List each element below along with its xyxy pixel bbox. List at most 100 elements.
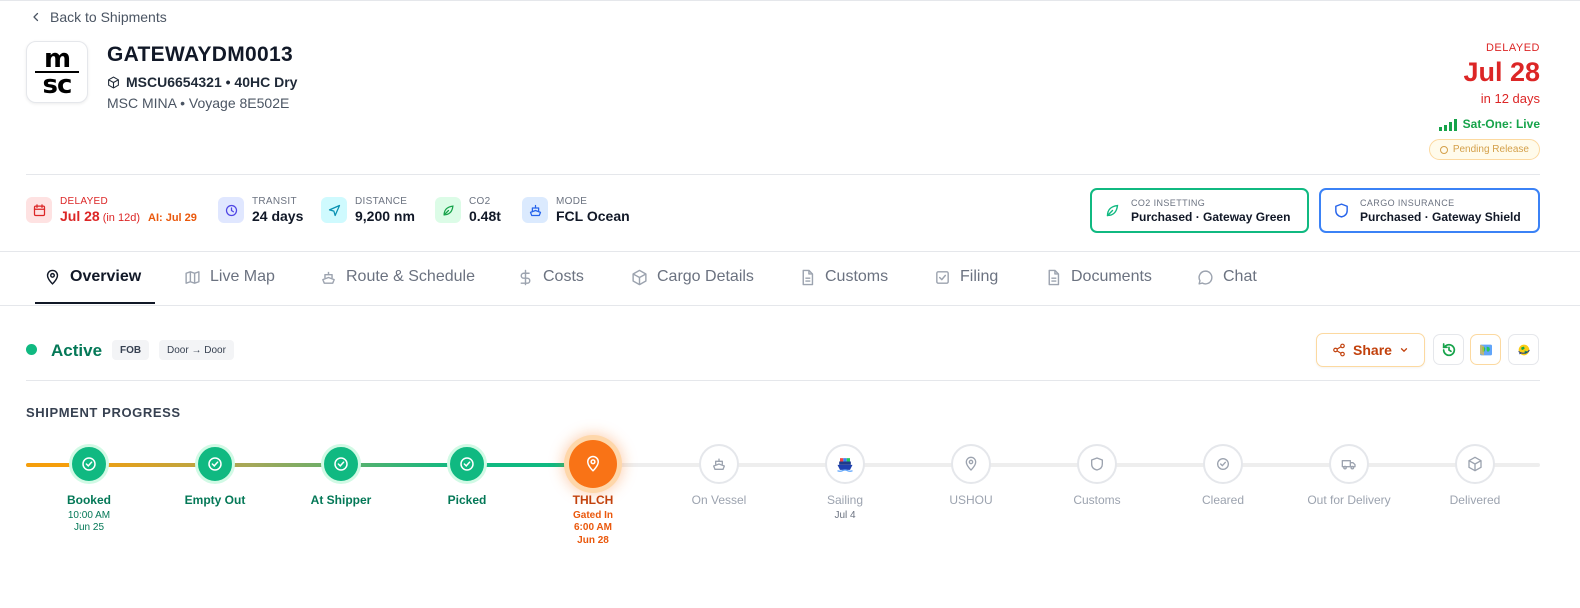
shield-icon <box>1335 203 1348 218</box>
back-label: Back to Shipments <box>50 9 167 25</box>
stage-label: On Vessel <box>691 493 747 507</box>
tab-customs[interactable]: Customs <box>799 268 888 286</box>
stage-sailing <box>825 444 865 484</box>
stage-empty-out <box>195 444 235 484</box>
progress-track-filled <box>26 463 594 467</box>
shield-icon <box>1091 457 1103 471</box>
badge-value: Purchased · Gateway Green <box>1131 209 1291 224</box>
leaf-icon <box>1106 204 1119 217</box>
tab-label: Live Map <box>210 268 275 285</box>
map-icon <box>185 270 200 284</box>
ship-icon <box>322 271 335 284</box>
back-to-shipments-link[interactable]: Back to Shipments <box>30 9 167 25</box>
stage-label: THLCH <box>572 493 614 507</box>
tab-costs[interactable]: Costs <box>517 268 584 286</box>
stage-picked <box>447 444 487 484</box>
badge-value: Purchased · Gateway Shield <box>1360 209 1521 224</box>
stat-label: MODE <box>556 196 588 207</box>
tracking-status: Sat-One: Live <box>1438 117 1540 131</box>
stage-label: Customs <box>1073 493 1121 507</box>
tab-label: Customs <box>825 268 889 285</box>
stage-label: Cleared <box>1201 493 1245 507</box>
release-label: Pending Release <box>1452 144 1529 155</box>
stage-out-for-delivery <box>1329 444 1369 484</box>
leaf-icon <box>435 197 461 223</box>
stage-label: Delivered <box>1449 493 1501 507</box>
msc-logo-mark: m sc <box>33 44 81 100</box>
check-circle-icon <box>460 457 474 471</box>
tab-label: Documents <box>1071 268 1152 285</box>
package-icon <box>108 76 119 88</box>
stage-at-shipper <box>321 444 361 484</box>
container-ship-icon <box>837 458 853 472</box>
box-icon <box>1468 456 1482 472</box>
tab-cargo-details[interactable]: Cargo Details <box>631 268 754 286</box>
stage-time: 6:00 AM <box>574 522 612 533</box>
tab-label: Chat <box>1223 268 1257 285</box>
check-circle-icon <box>82 457 96 471</box>
stage-label: Picked <box>447 493 487 507</box>
tab-live-map[interactable]: Live Map <box>184 268 275 286</box>
stat-co2: CO2 0.48t <box>435 196 501 224</box>
container-info: MSCU6654321 • 40HC Dry <box>107 74 297 90</box>
dollar-icon <box>520 269 531 285</box>
share-icon <box>1333 343 1345 357</box>
tab-filing[interactable]: Filing <box>934 268 998 286</box>
history-icon <box>1442 342 1455 356</box>
badge-label: CO2 INSETTING <box>1131 197 1206 208</box>
tab-label: Route & Schedule <box>346 268 475 285</box>
map-view-button[interactable] <box>1470 334 1501 365</box>
carrier-logo: m sc <box>26 41 88 103</box>
stat-label: DELAYED <box>60 196 109 207</box>
chat-icon <box>1198 269 1213 285</box>
stat-transit: TRANSIT 24 days <box>218 196 303 224</box>
pin-icon <box>965 456 977 471</box>
delay-relative: (in 12d) <box>102 212 140 224</box>
check-circle-icon <box>208 457 222 471</box>
navigation-icon <box>321 197 347 223</box>
stage-customs <box>1077 444 1117 484</box>
eta-status: DELAYED <box>1485 42 1540 54</box>
incoterm-chip: FOB <box>112 340 150 360</box>
refresh-history-button[interactable] <box>1433 334 1464 365</box>
cargo-insurance-card[interactable]: CARGO INSURANCE Purchased · Gateway Shie… <box>1319 188 1540 233</box>
calendar-icon <box>26 197 52 223</box>
co2-insetting-card[interactable]: CO2 INSETTING Purchased · Gateway Green <box>1090 188 1309 233</box>
globe-button[interactable] <box>1508 334 1539 365</box>
status-dot <box>26 344 37 355</box>
tab-documents[interactable]: Documents <box>1045 268 1152 286</box>
logo-text-top: m <box>43 44 71 74</box>
world-map-icon <box>1479 344 1492 355</box>
stat-delayed: DELAYED Jul 28 (in 12d) AI: Jul 29 <box>26 196 197 224</box>
stage-on-vessel <box>699 444 739 484</box>
divider <box>26 174 1540 175</box>
eta-date: Jul 28 <box>1463 57 1540 87</box>
badge-label: CARGO INSURANCE <box>1360 197 1455 208</box>
pin-icon <box>586 455 600 472</box>
tab-overview[interactable]: Overview <box>44 268 141 286</box>
delay-date: Jul 28 <box>60 208 100 224</box>
tab-chat[interactable]: Chat <box>1197 268 1257 286</box>
shipment-state: Active <box>51 341 103 360</box>
service-chip: Door → Door <box>159 340 234 360</box>
divider <box>26 380 1540 381</box>
stage-cleared <box>1203 444 1243 484</box>
share-label: Share <box>1353 342 1392 358</box>
stage-thlch <box>569 440 617 488</box>
truck-icon <box>1341 460 1356 470</box>
stage-date: Jul 4 <box>834 510 856 521</box>
ai-prediction: AI: Jul 29 <box>148 212 197 224</box>
circle-icon <box>1439 145 1448 154</box>
share-button[interactable]: Share <box>1316 333 1425 367</box>
box-icon <box>632 269 647 285</box>
tab-route-schedule[interactable]: Route & Schedule <box>320 268 475 286</box>
clock-icon <box>218 197 244 223</box>
logo-text-bottom: sc <box>42 69 73 100</box>
top-border <box>0 0 1580 1</box>
stat-value: 9,200 nm <box>355 208 415 224</box>
stage-label: Empty Out <box>184 493 246 507</box>
pin-icon <box>46 269 59 285</box>
divider <box>0 251 1580 252</box>
ship-icon <box>713 458 725 470</box>
tab-label: Cargo Details <box>657 268 754 285</box>
